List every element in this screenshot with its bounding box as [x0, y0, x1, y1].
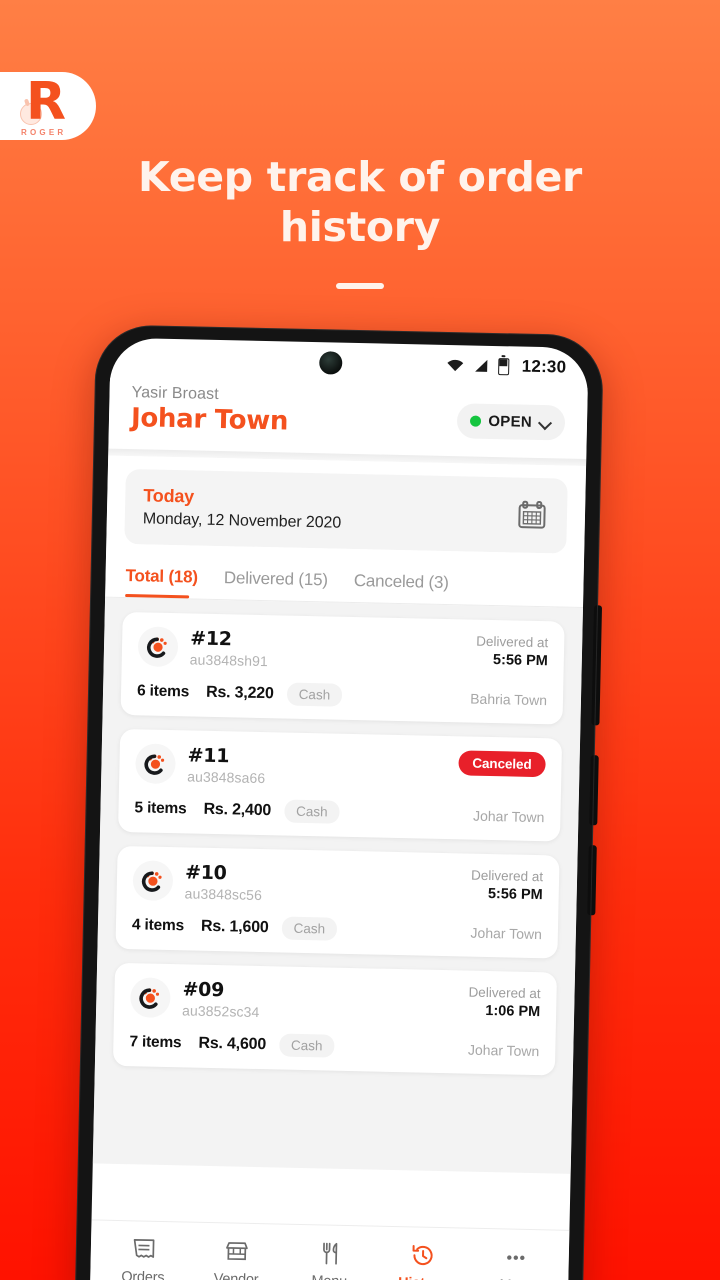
- tab-total[interactable]: Total (18): [125, 566, 198, 599]
- phone-volume-button: [591, 605, 603, 726]
- front-camera-punch-hole: [319, 351, 343, 375]
- nav-item-more[interactable]: More: [474, 1244, 557, 1280]
- tab-delivered[interactable]: Delivered (15): [223, 568, 328, 601]
- roger-logo-icon: R ROGER: [14, 72, 76, 137]
- order-status-label: Delivered at: [470, 867, 544, 885]
- nav-label-vendor: Vendor: [213, 1271, 259, 1280]
- order-number: #11: [187, 744, 230, 768]
- history-tabs: Total (18) Delivered (15) Canceled (3): [105, 543, 585, 607]
- order-status-label: Delivered at: [476, 633, 549, 651]
- order-payment-method: Cash: [281, 916, 338, 941]
- date-today-label: Today: [143, 485, 195, 507]
- order-status: Delivered at 5:56 PM: [476, 633, 549, 670]
- order-code: au3852sc34: [181, 1002, 260, 1021]
- phone-screen: 12:30 Yasir Broast Johar Town OPEN Today…: [89, 337, 589, 1280]
- order-status-time: 5:56 PM: [492, 652, 548, 670]
- order-price: Rs. 2,400: [203, 800, 272, 819]
- order-price: Rs. 1,600: [200, 917, 269, 936]
- nav-item-orders[interactable]: Orders: [102, 1236, 185, 1280]
- table-row[interactable]: #10 au3848sc56 Delivered at 5:56 PM 4 it…: [115, 845, 560, 959]
- order-status-time: 5:56 PM: [487, 885, 543, 904]
- phone-power-button: [587, 845, 597, 916]
- cutlery-icon: [323, 1242, 338, 1265]
- order-code: au3848sh91: [189, 651, 269, 670]
- logo-wordmark: ROGER: [21, 128, 67, 137]
- order-code: au3848sc56: [184, 885, 263, 904]
- chevron-down-icon: [539, 416, 551, 428]
- wifi-icon: [446, 359, 463, 372]
- order-brand-icon: [137, 626, 179, 668]
- table-row[interactable]: #12 au3848sh91 Delivered at 5:56 PM 6 it…: [120, 611, 565, 725]
- app-header: Yasir Broast Johar Town OPEN: [108, 377, 588, 460]
- phone-mockup: 12:30 Yasir Broast Johar Town OPEN Today…: [74, 324, 618, 1280]
- date-selector-card[interactable]: Today Monday, 12 November 2020: [124, 468, 568, 554]
- order-item-count: 5 items: [134, 798, 187, 817]
- tab-canceled[interactable]: Canceled (3): [353, 571, 449, 604]
- cellular-signal-icon: [474, 359, 487, 372]
- headline-divider: [336, 283, 384, 289]
- order-brand-icon: [129, 977, 171, 1019]
- table-row[interactable]: #11 au3848sa66 Canceled 5 items Rs. 2,40…: [117, 728, 563, 842]
- more-dots-icon: [507, 1255, 525, 1261]
- nav-item-vendor[interactable]: Vendor: [195, 1238, 278, 1280]
- vendor-sub-label: Yasir Broast: [131, 384, 219, 403]
- promo-headline-line1: Keep track of order: [138, 153, 582, 201]
- order-history-list[interactable]: #12 au3848sh91 Delivered at 5:56 PM 6 it…: [92, 597, 583, 1174]
- promo-headline-line2: history: [279, 203, 441, 251]
- history-clock-icon: [412, 1245, 433, 1266]
- order-payment-method: Cash: [286, 682, 343, 707]
- logo-letter: R: [26, 72, 66, 132]
- nav-item-menu[interactable]: Menu: [288, 1240, 371, 1280]
- order-brand-icon: [132, 860, 174, 902]
- table-row[interactable]: #09 au3852sc34 Delivered at 1:06 PM 7 it…: [112, 962, 558, 1076]
- nav-item-history[interactable]: History: [381, 1242, 464, 1280]
- status-dot-icon: [470, 415, 482, 427]
- order-status: Delivered at 5:56 PM: [470, 867, 544, 904]
- order-area: Johar Town: [472, 807, 545, 825]
- phone-side-button-2: [589, 755, 599, 826]
- order-brand-icon: [135, 743, 176, 785]
- calendar-icon[interactable]: [515, 498, 550, 533]
- store-icon: [225, 1242, 248, 1261]
- order-status-label: Delivered at: [468, 984, 541, 1002]
- order-payment-method: Cash: [278, 1033, 335, 1058]
- order-area: Johar Town: [467, 1041, 540, 1059]
- order-code: au3848sa66: [187, 768, 266, 787]
- order-area: Johar Town: [470, 924, 543, 942]
- receipt-icon: [133, 1239, 155, 1258]
- store-status-label: OPEN: [488, 412, 533, 431]
- store-status-dropdown[interactable]: OPEN: [456, 403, 566, 441]
- bottom-navigation: Orders Vendor Menu: [89, 1219, 570, 1280]
- promo-headline: Keep track of order history: [0, 152, 720, 252]
- battery-icon: [497, 357, 509, 375]
- order-price: Rs. 3,220: [205, 683, 274, 702]
- order-item-count: 7 items: [129, 1032, 182, 1051]
- date-full-label: Monday, 12 November 2020: [142, 510, 342, 532]
- order-item-count: 6 items: [136, 681, 190, 700]
- vendor-info: Yasir Broast Johar Town: [131, 384, 289, 436]
- nav-label-menu: Menu: [311, 1273, 347, 1280]
- nav-label-orders: Orders: [121, 1269, 165, 1280]
- order-status: Delivered at 1:06 PM: [468, 984, 541, 1021]
- vendor-branch-name: Johar Town: [130, 403, 289, 437]
- nav-label-history: History: [398, 1275, 447, 1280]
- order-payment-method: Cash: [283, 799, 340, 824]
- order-price: Rs. 4,600: [198, 1034, 267, 1053]
- status-bar-time: 12:30: [521, 356, 567, 377]
- order-status-time: 1:06 PM: [485, 1002, 541, 1021]
- order-item-count: 4 items: [131, 915, 185, 934]
- brand-badge: R ROGER: [0, 72, 96, 140]
- order-area: Bahria Town: [470, 690, 548, 708]
- status-badge: Canceled: [458, 750, 546, 778]
